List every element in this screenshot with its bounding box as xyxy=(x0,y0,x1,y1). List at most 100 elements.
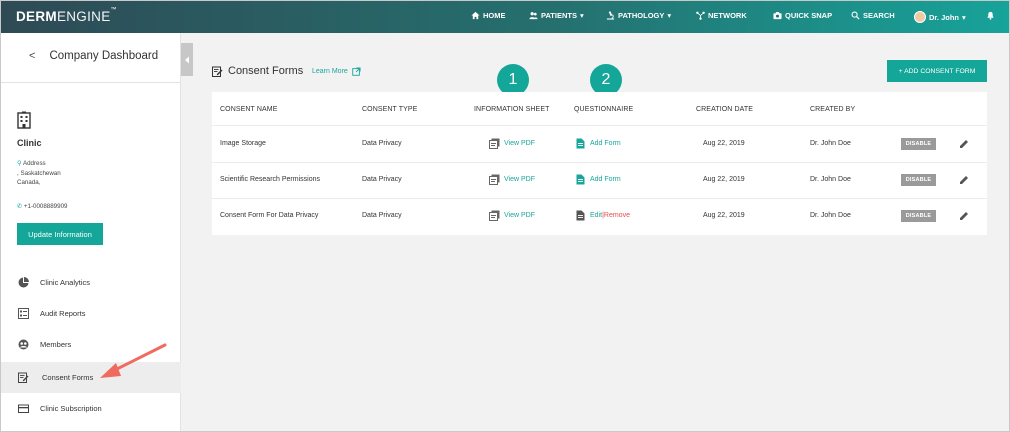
column-header-consent-type: CONSENT TYPE xyxy=(362,106,418,113)
nav-network-label: NETWORK xyxy=(708,11,747,20)
disable-button[interactable]: DISABLE xyxy=(901,138,936,150)
user-name: Dr. John xyxy=(929,12,960,22)
notifications-button[interactable] xyxy=(986,11,995,20)
pie-chart-icon xyxy=(18,277,29,288)
address-line-1: Address xyxy=(22,160,46,167)
nav-search-label: SEARCH xyxy=(863,11,895,20)
report-icon xyxy=(18,308,29,319)
nav-search[interactable]: SEARCH xyxy=(851,11,895,20)
view-pdf-label: View PDF xyxy=(504,176,535,183)
clinic-address: ⚲ Address , Saskatchewan Canada, xyxy=(17,159,61,188)
chevron-down-icon: ▾ xyxy=(579,11,584,20)
top-navigation-bar: DERMENGINE™ HOME PATIENTS ▾ PATHOLOGY ▾ … xyxy=(0,0,1010,33)
remove-form-link[interactable]: Remove xyxy=(604,212,630,219)
external-link-icon xyxy=(352,67,361,76)
sidebar-item-label: Consent Forms xyxy=(42,373,94,382)
search-icon xyxy=(851,11,860,20)
pencil-icon[interactable] xyxy=(959,175,969,185)
logo-bold-text: DERM xyxy=(16,9,57,24)
pdf-icon xyxy=(489,174,500,185)
pdf-icon xyxy=(489,138,500,149)
learn-more-link[interactable]: Learn More xyxy=(312,67,361,76)
consent-name: Image Storage xyxy=(220,140,266,147)
document-icon xyxy=(576,138,585,149)
consent-name: Consent Form For Data Privacy xyxy=(220,212,319,219)
add-form-label: Add Form xyxy=(590,140,621,147)
user-menu[interactable]: Dr. John ▾ xyxy=(914,11,966,23)
members-icon xyxy=(18,339,29,350)
building-icon xyxy=(17,111,31,129)
consent-type: Data Privacy xyxy=(362,212,402,219)
view-pdf-link[interactable]: View PDF xyxy=(489,210,535,221)
nav-patients-label: PATIENTS xyxy=(541,11,577,20)
phone-number: +1-0008889909 xyxy=(23,203,68,210)
nav-quick-snap[interactable]: QUICK SNAP xyxy=(773,11,832,20)
table-divider xyxy=(212,198,987,199)
consent-type: Data Privacy xyxy=(362,140,402,147)
sidebar-collapse-button[interactable] xyxy=(181,43,193,76)
view-pdf-link[interactable]: View PDF xyxy=(489,174,535,185)
back-label: Company Dashboard xyxy=(49,50,159,62)
microscope-icon xyxy=(606,11,615,20)
add-form-link[interactable]: Add Form xyxy=(575,138,621,149)
consent-name: Scientific Research Permissions xyxy=(220,176,320,183)
dermengine-logo[interactable]: DERMENGINE™ xyxy=(16,7,117,24)
questionnaire-actions: Edit|Remove xyxy=(575,210,630,221)
page-title-text: Consent Forms xyxy=(228,65,304,77)
nav-patients[interactable]: PATIENTS ▾ xyxy=(529,11,584,20)
sidebar-item-clinic-analytics[interactable]: Clinic Analytics xyxy=(0,267,181,298)
nav-pathology[interactable]: PATHOLOGY ▾ xyxy=(606,11,671,20)
chevron-left-icon: < xyxy=(29,50,36,62)
page-title: Consent Forms xyxy=(212,65,303,77)
sidebar-item-label: Members xyxy=(40,340,72,349)
column-header-information-sheet: INFORMATION SHEET xyxy=(474,106,550,113)
disable-button[interactable]: DISABLE xyxy=(901,210,936,222)
clinic-name: Clinic xyxy=(17,138,42,148)
disable-button[interactable]: DISABLE xyxy=(901,174,936,186)
nav-home-label: HOME xyxy=(483,11,506,20)
column-header-questionnaire: QUESTIONNAIRE xyxy=(574,106,634,113)
logo-trademark: ™ xyxy=(110,7,117,13)
view-pdf-link[interactable]: View PDF xyxy=(489,138,535,149)
network-icon xyxy=(696,11,705,20)
update-information-button[interactable]: Update Information xyxy=(17,223,103,245)
address-line-3: Canada, xyxy=(17,179,41,186)
creation-date: Aug 22, 2019 xyxy=(703,212,745,219)
nav-home[interactable]: HOME xyxy=(471,11,506,20)
sidebar-item-label: Clinic Analytics xyxy=(40,278,91,287)
nav-quick-snap-label: QUICK SNAP xyxy=(785,11,833,20)
column-header-creation-date: CREATION DATE xyxy=(696,106,754,113)
learn-more-label: Learn More xyxy=(312,68,348,75)
view-pdf-label: View PDF xyxy=(504,140,535,147)
avatar xyxy=(914,11,926,23)
column-header-consent-name: CONSENT NAME xyxy=(220,106,278,113)
chevron-left-icon xyxy=(185,56,189,63)
phone-icon: ✆ xyxy=(17,203,23,210)
patients-icon xyxy=(529,12,538,20)
sidebar-item-consent-forms[interactable]: Consent Forms xyxy=(0,362,181,393)
location-pin-icon: ⚲ xyxy=(17,160,22,167)
back-to-company-dashboard[interactable]: < Company Dashboard xyxy=(29,50,158,62)
pencil-icon[interactable] xyxy=(959,211,969,221)
table-divider xyxy=(212,162,987,163)
pdf-icon xyxy=(489,210,500,221)
document-icon xyxy=(576,174,585,185)
document-icon xyxy=(576,210,585,221)
edit-form-link[interactable]: Edit xyxy=(590,212,602,219)
add-consent-form-button[interactable]: + ADD CONSENT FORM xyxy=(887,60,987,82)
created-by: Dr. John Doe xyxy=(810,140,851,147)
sidebar-item-members[interactable]: Members xyxy=(0,329,181,360)
bell-icon xyxy=(987,11,994,20)
card-icon xyxy=(18,404,29,413)
logo-light-text: ENGINE xyxy=(56,9,111,24)
view-pdf-label: View PDF xyxy=(504,212,535,219)
creation-date: Aug 22, 2019 xyxy=(703,140,745,147)
sidebar-item-label: Audit Reports xyxy=(40,309,86,318)
sidebar-item-audit-reports[interactable]: Audit Reports xyxy=(0,298,181,329)
clinic-phone: ✆ +1-0008889909 xyxy=(17,203,67,210)
pencil-icon[interactable] xyxy=(959,139,969,149)
nav-network[interactable]: NETWORK xyxy=(696,11,747,20)
table-divider xyxy=(212,125,987,126)
add-form-link[interactable]: Add Form xyxy=(575,174,621,185)
sidebar-item-clinic-subscription[interactable]: Clinic Subscription xyxy=(0,393,181,424)
